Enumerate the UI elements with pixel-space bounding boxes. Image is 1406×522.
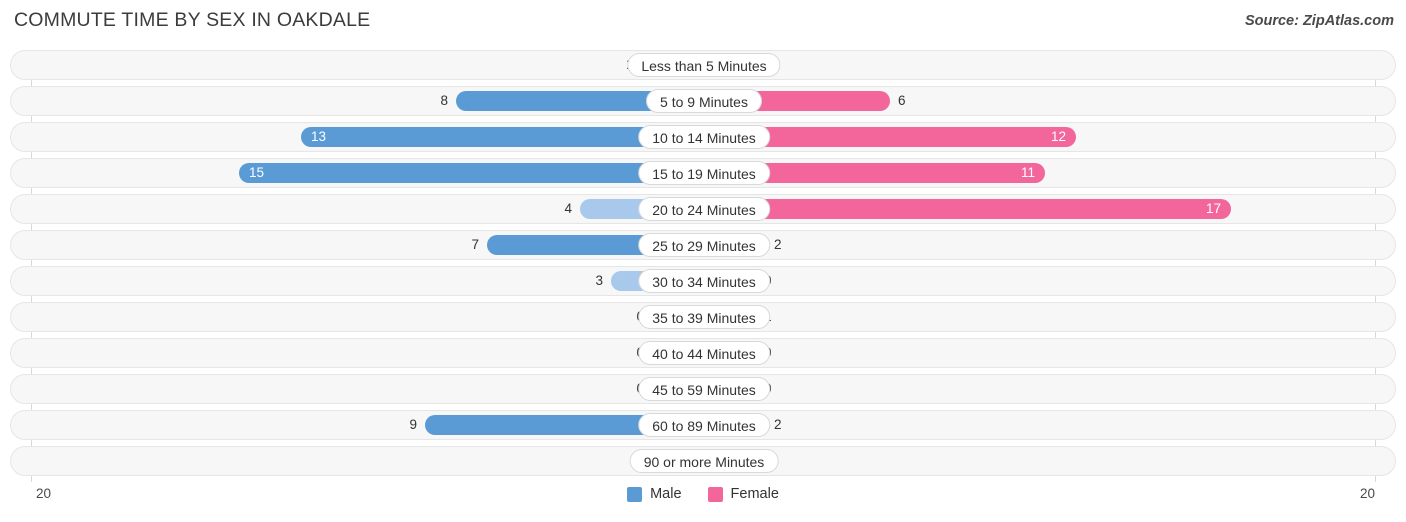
chart-row-inner: 8 6 5 to 9 Minutes (11, 87, 1395, 115)
chart-row: 4 17 20 to 24 Minutes (10, 194, 1396, 224)
value-label-female: 11 (1020, 165, 1035, 180)
value-label-male: 7 (471, 237, 479, 252)
chart-row: 15 11 15 to 19 Minutes (10, 158, 1396, 188)
category-label-pill: 5 to 9 Minutes (646, 89, 762, 113)
chart-row: 9 2 60 to 89 Minutes (10, 410, 1396, 440)
legend-item-male[interactable]: Male (627, 486, 682, 502)
chart-row: 13 12 10 to 14 Minutes (10, 122, 1396, 152)
chart-header: COMMUTE TIME BY SEX IN OAKDALE Source: Z… (0, 0, 1406, 44)
category-label-pill: 35 to 39 Minutes (638, 305, 770, 329)
category-label-pill: Less than 5 Minutes (627, 53, 781, 77)
chart-row: 8 6 5 to 9 Minutes (10, 86, 1396, 116)
category-label-pill: 40 to 44 Minutes (638, 341, 770, 365)
chart-row-inner: 0040 to 44 Minutes (11, 339, 1395, 367)
legend-item-female[interactable]: Female (707, 486, 779, 502)
chart-row: 0090 or more Minutes (10, 446, 1396, 476)
chart-row: 0135 to 39 Minutes (10, 302, 1396, 332)
value-label-male: 3 (595, 273, 603, 288)
value-label-male: 15 (249, 165, 265, 180)
chart-row: 0040 to 44 Minutes (10, 338, 1396, 368)
value-label-male: 4 (564, 201, 572, 216)
value-label-female: 2 (774, 417, 782, 432)
category-label-pill: 30 to 34 Minutes (638, 269, 770, 293)
value-label-female: 6 (898, 93, 906, 108)
chart-row-inner: 3030 to 34 Minutes (11, 267, 1395, 295)
page-title: COMMUTE TIME BY SEX IN OAKDALE (14, 9, 371, 31)
category-label-pill: 25 to 29 Minutes (638, 233, 770, 257)
legend-label: Female (730, 486, 779, 502)
category-label-pill: 15 to 19 Minutes (638, 161, 770, 185)
legend-swatch-icon (627, 486, 643, 502)
category-label-pill: 45 to 59 Minutes (638, 377, 770, 401)
category-label-pill: 90 or more Minutes (629, 449, 779, 473)
chart-row: 7 2 25 to 29 Minutes (10, 230, 1396, 260)
category-label-pill: 20 to 24 Minutes (638, 197, 770, 221)
chart-row-inner: 9 2 60 to 89 Minutes (11, 411, 1395, 439)
chart-row: 20Less than 5 Minutes (10, 50, 1396, 80)
chart-row: 0045 to 59 Minutes (10, 374, 1396, 404)
legend-swatch-icon (707, 486, 723, 502)
value-label-female: 12 (1050, 129, 1066, 144)
chart-legend: Male Female (0, 486, 1406, 502)
chart-row-inner: 0090 or more Minutes (11, 447, 1395, 475)
value-label-female: 2 (774, 237, 782, 252)
chart-row-inner: 15 11 15 to 19 Minutes (11, 159, 1395, 187)
legend-label: Male (650, 486, 682, 502)
chart-row-inner: 7 2 25 to 29 Minutes (11, 231, 1395, 259)
chart-row-inner: 13 12 10 to 14 Minutes (11, 123, 1395, 151)
chart-row: 3030 to 34 Minutes (10, 266, 1396, 296)
chart-row-inner: 0045 to 59 Minutes (11, 375, 1395, 403)
bar-female (704, 199, 1231, 219)
category-label-pill: 10 to 14 Minutes (638, 125, 770, 149)
chart-footer: 20 20 Male Female (0, 480, 1406, 522)
bar-male (239, 163, 704, 183)
chart-plot-area: 20Less than 5 Minutes865 to 9 Minutes131… (0, 44, 1406, 482)
source-attribution: Source: ZipAtlas.com (1244, 13, 1394, 29)
chart-rows: 20Less than 5 Minutes865 to 9 Minutes131… (10, 50, 1396, 482)
value-label-male: 9 (409, 417, 417, 432)
chart-row-inner: 4 17 20 to 24 Minutes (11, 195, 1395, 223)
value-label-male: 8 (440, 93, 448, 108)
chart-row-inner: 0135 to 39 Minutes (11, 303, 1395, 331)
category-label-pill: 60 to 89 Minutes (638, 413, 770, 437)
chart-row-inner: 20Less than 5 Minutes (11, 51, 1395, 79)
value-label-male: 13 (311, 129, 327, 144)
value-label-female: 17 (1205, 201, 1221, 216)
